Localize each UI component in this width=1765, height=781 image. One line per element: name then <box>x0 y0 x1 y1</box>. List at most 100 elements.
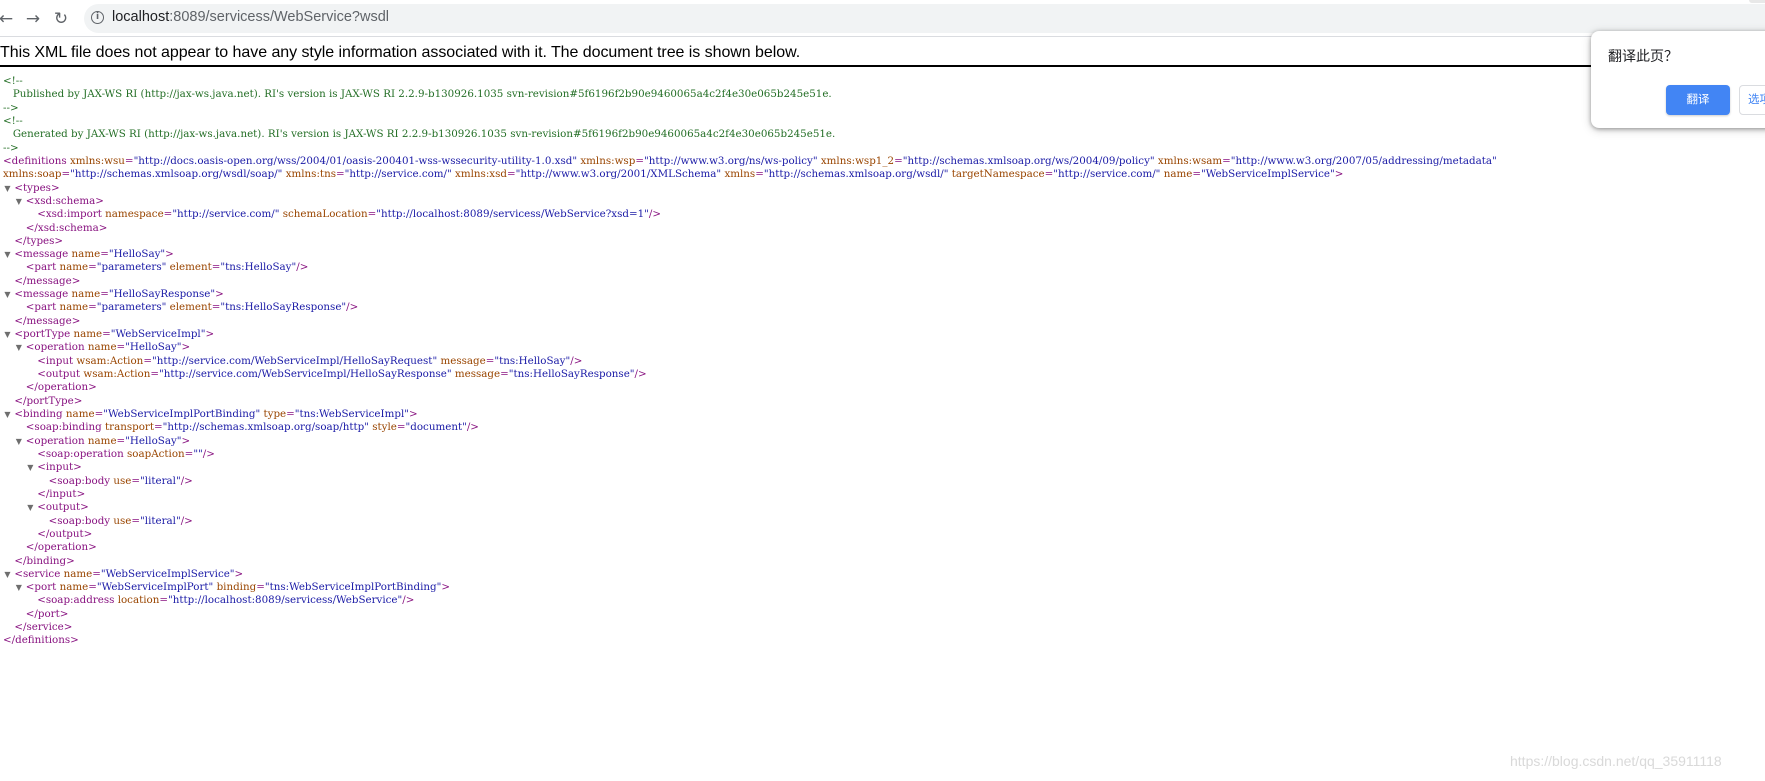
xml-attr-name: location <box>117 594 160 606</box>
xml-attr-value: "WebServiceImpl" <box>110 328 206 340</box>
xml-tag: <binding <box>14 408 66 420</box>
xml-attr-name: message <box>454 368 501 380</box>
translate-button[interactable]: 翻译 <box>1666 85 1730 115</box>
xml-line: <soap:binding transport="http://schemas.… <box>26 421 479 434</box>
xml-attr-name: xmlns:wsp <box>580 155 636 167</box>
translate-options-button[interactable]: 选项 <box>1739 85 1765 115</box>
xml-attr-value: "parameters" <box>96 301 167 313</box>
xml-attr-value: "http://schemas.xmlsoap.org/wsdl/" <box>763 168 949 180</box>
xml-attr-value: "http://schemas.xmlsoap.org/soap/http" <box>162 421 369 433</box>
xml-line: </port> <box>26 608 69 621</box>
xml-attr-name: xmlns:xsd <box>455 168 507 180</box>
xml-line: <soap:body use="literal"/> <box>49 515 193 528</box>
xml-comment: <!-- <box>3 115 23 127</box>
xml-tag: = <box>94 408 104 420</box>
xml-line: <binding name="WebServiceImplPortBinding… <box>14 408 417 421</box>
xml-attr-name: xmlns:wsp1_2 <box>820 155 895 167</box>
xml-tag: <part <box>25 301 60 313</box>
xml-tag: <soap:operation <box>37 448 127 460</box>
xml-line: <portType name="WebServiceImpl"> <box>14 328 214 341</box>
xml-attr-value: "http://localhost:8089/servicess/WebServ… <box>376 208 649 220</box>
xml-tag: = <box>367 208 377 220</box>
xml-line: <port name="WebServiceImplPort" binding=… <box>26 581 450 594</box>
xml-tag: /> <box>296 261 309 273</box>
xml-tag: </portType> <box>14 395 83 407</box>
xml-line: <input wsam:Action="http://service.com/W… <box>37 355 582 368</box>
collapse-triangle-icon[interactable]: ▼ <box>4 408 10 421</box>
xml-tag: > <box>181 341 191 353</box>
xml-tag: = <box>124 155 134 167</box>
xml-comment: Generated by JAX-WS RI (http://jax-ws.ja… <box>3 128 836 140</box>
profile-edge <box>1749 0 1765 3</box>
xml-attr-value: "tns:HelloSay" <box>494 355 571 367</box>
collapse-triangle-icon[interactable]: ▼ <box>16 341 22 354</box>
collapse-triangle-icon[interactable]: ▼ <box>16 195 22 208</box>
xml-line: </operation> <box>26 541 97 554</box>
xml-tag: > <box>181 435 191 447</box>
collapse-triangle-icon[interactable]: ▼ <box>4 248 10 261</box>
xml-attr-name: name <box>65 408 95 420</box>
xml-tag: <operation <box>25 341 88 353</box>
xml-attr-name: name <box>87 341 117 353</box>
xml-line: <soap:body use="literal"/> <box>49 475 193 488</box>
xml-attr-name: message <box>440 355 486 367</box>
xml-attr-name: name <box>71 288 101 300</box>
xml-comment: --> <box>3 102 19 114</box>
collapse-triangle-icon[interactable]: ▼ <box>27 501 33 514</box>
url-text[interactable]: localhost:8089/servicess/WebService?wsdl <box>112 9 389 25</box>
collapse-triangle-icon[interactable]: ▼ <box>4 182 10 195</box>
xml-attr-name: schemaLocation <box>282 208 368 220</box>
xml-attr-name: element <box>169 261 212 273</box>
xml-tag: /> <box>648 208 661 220</box>
xml-attr-name: xmlns:soap <box>3 168 62 180</box>
xml-line: <!-- <box>3 115 23 128</box>
xml-attr-name: xmlns <box>724 168 756 180</box>
xml-tag: <xsd:schema> <box>25 195 104 207</box>
xml-attr-name: transport <box>105 421 154 433</box>
xml-attr-name: xmlns:wsam <box>1157 155 1223 167</box>
xml-tag: = <box>92 568 101 580</box>
xml-tag: = <box>116 341 126 353</box>
collapse-triangle-icon[interactable]: ▼ <box>4 328 10 341</box>
xml-tag: </binding> <box>14 555 75 567</box>
xml-tag: <port <box>25 581 60 593</box>
xml-attr-value: "http://schemas.xmlsoap.org/wsdl/soap/" <box>70 168 283 180</box>
xml-attr-value: "tns:HelloSay" <box>220 261 297 273</box>
reload-icon[interactable]: ↻ <box>50 8 72 30</box>
xml-line: <xsd:import namespace = "http://service.co… <box>37 208 661 221</box>
xml-line: <soap:address location="http://localhost… <box>37 594 414 607</box>
xml-tag: <types> <box>14 182 60 194</box>
xml-attr-value: "WebServiceImplService" <box>100 568 235 580</box>
xml-tag: </operation> <box>25 381 97 393</box>
collapse-triangle-icon[interactable]: ▼ <box>4 288 10 301</box>
xml-attr-value: "WebServiceImplPortBinding" <box>103 408 261 420</box>
xml-line: <operation name="HelloSay"> <box>26 435 190 448</box>
xml-attr-value: "http://service.com/" <box>1053 168 1161 180</box>
xml-tag: <soap:address <box>37 594 118 606</box>
xml-attr-value: "http://schemas.xmlsoap.org/ws/2004/09/p… <box>902 155 1155 167</box>
xml-tag: <soap:body <box>48 475 114 487</box>
xml-attr-value: "http://docs.oasis-open.org/wss/2004/01/… <box>133 155 578 167</box>
collapse-triangle-icon[interactable]: ▼ <box>16 435 22 448</box>
xml-tag: = <box>396 421 406 433</box>
collapse-triangle-icon[interactable]: ▼ <box>4 568 10 581</box>
xml-attr-value: "tns:HelloSayResponse" <box>220 301 347 313</box>
forward-arrow-icon[interactable]: → <box>22 8 44 30</box>
xml-attr-value: "tns:WebServiceImpl" <box>294 408 409 420</box>
xml-tag: <definitions <box>3 155 70 167</box>
xml-attr-value: "HelloSay" <box>125 341 182 353</box>
xml-tag: = <box>153 421 163 433</box>
xml-tag: <message <box>14 248 72 260</box>
back-arrow-icon[interactable]: ← <box>0 8 17 30</box>
xml-attr-value: "tns:WebServiceImplPortBinding" <box>264 581 442 593</box>
collapse-triangle-icon[interactable]: ▼ <box>27 461 33 474</box>
xml-tag: = <box>336 168 345 180</box>
xml-tag: /> <box>202 448 215 460</box>
xml-tag: = <box>100 248 109 260</box>
xml-attr-name: type <box>263 408 287 420</box>
xml-tag: = <box>894 155 903 167</box>
collapse-triangle-icon[interactable]: ▼ <box>16 581 22 594</box>
xml-line: xmlns:soap = "http://schemas.xmlsoap.org/w… <box>3 168 1343 181</box>
info-icon[interactable]: i <box>91 11 104 24</box>
xml-attr-name: wsam:Action <box>83 368 151 380</box>
